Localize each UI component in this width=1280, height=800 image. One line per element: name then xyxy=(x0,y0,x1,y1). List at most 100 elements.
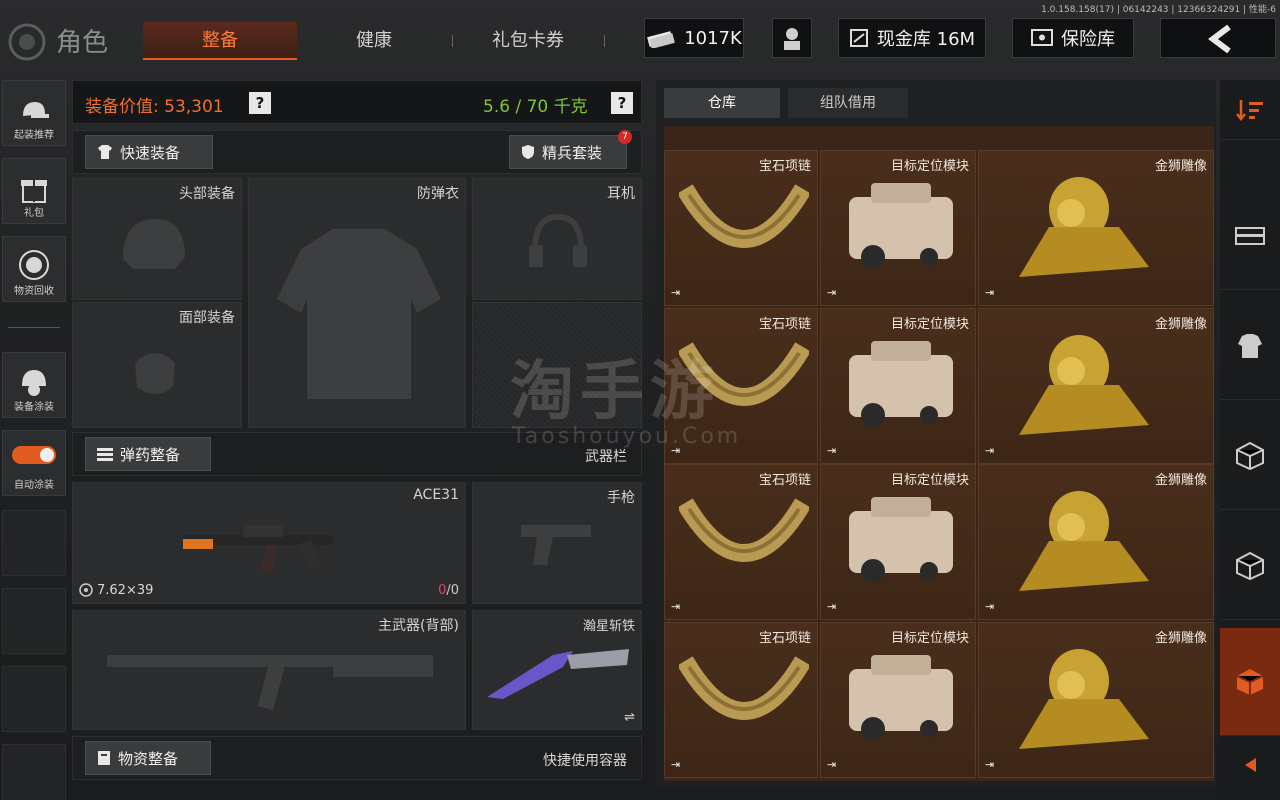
rail-recycle[interactable]: 物资回收 xyxy=(2,236,66,302)
cash-stack-icon xyxy=(647,31,676,48)
supplies-prep-label: 物资整备 xyxy=(118,749,179,768)
helmet-gun-icon xyxy=(23,102,49,118)
role-logo-icon xyxy=(8,23,46,61)
helmet-paint-icon xyxy=(22,370,46,396)
rail-label: 起装推荐 xyxy=(14,130,54,141)
sort-button[interactable] xyxy=(1220,80,1280,140)
target-module-image xyxy=(835,489,965,593)
item-name: 金狮雕像 xyxy=(1154,159,1207,174)
warehouse-item-cell[interactable]: 目标定位模块 ⇥ xyxy=(820,464,976,620)
rail-empty-slot xyxy=(2,588,66,654)
container-icon xyxy=(1235,226,1265,245)
slot-label: 耳机 xyxy=(607,186,635,202)
warehouse-item-cell[interactable]: 金狮雕像 ⇥ xyxy=(978,622,1214,778)
warehouse-item-cell[interactable]: 目标定位模块 ⇥ xyxy=(820,622,976,778)
rail-label: 自动涂装 xyxy=(14,480,54,491)
item-move-icon[interactable]: ⇥ xyxy=(827,758,836,771)
auto-paint-toggle[interactable] xyxy=(12,446,56,464)
tab-team-borrow[interactable]: 组队借用 xyxy=(788,88,908,118)
item-move-icon[interactable]: ⇥ xyxy=(671,600,680,613)
ammo-type-icon xyxy=(79,583,93,597)
elite-set-badge: 7 xyxy=(618,130,632,144)
slot-label: 主武器(背部) xyxy=(378,618,459,634)
rail-container-button[interactable] xyxy=(1220,182,1280,290)
value-help-icon[interactable]: ? xyxy=(249,92,271,114)
rail-box-button[interactable] xyxy=(1220,512,1280,620)
box-active-icon xyxy=(1236,668,1264,695)
slot-face[interactable]: 面部装备 xyxy=(72,302,242,428)
headset-silhouette-icon xyxy=(529,213,587,267)
rail-vest-button[interactable] xyxy=(1220,292,1280,400)
tab-warehouse[interactable]: 仓库 xyxy=(664,88,780,118)
rifle-image xyxy=(183,525,333,575)
slot-melee[interactable]: 瀚星斩铁 ⇌ xyxy=(472,610,642,730)
slot-back-weapon[interactable]: 主武器(背部) xyxy=(72,610,466,730)
top-bar: 1.0.158.158(17) | 06142243 | 12366324291… xyxy=(0,0,1280,80)
item-name: 宝石项链 xyxy=(758,317,811,332)
weapon-name: ACE31 xyxy=(413,487,459,503)
box-icon xyxy=(1236,441,1264,470)
collapse-rail-button[interactable] xyxy=(1220,740,1280,790)
target-module-image xyxy=(835,175,965,279)
tab-equipment[interactable]: 整备 xyxy=(143,22,297,60)
warehouse-item-cell[interactable]: 宝石项链 ⇥ xyxy=(664,622,818,778)
item-move-icon[interactable]: ⇥ xyxy=(671,286,680,299)
warehouse-item-cell[interactable]: 宝石项链 ⇥ xyxy=(664,150,818,306)
necklace-image xyxy=(677,651,811,745)
back-button[interactable] xyxy=(1160,18,1276,58)
warehouse-item-cell[interactable]: 目标定位模块 ⇥ xyxy=(820,150,976,306)
tab-gift-coupons[interactable]: 礼包卡券 xyxy=(456,22,600,60)
gas-mask-silhouette-icon xyxy=(135,353,175,394)
warehouse-item-cell[interactable]: 金狮雕像 ⇥ xyxy=(978,464,1214,620)
slot-head[interactable]: 头部装备 xyxy=(72,178,242,300)
rail-gift[interactable]: 礼包 xyxy=(2,158,66,224)
watermark-logo: 淘手游 xyxy=(510,355,720,429)
ammo-prep-button[interactable]: 弹药整备 xyxy=(85,437,211,471)
swap-icon[interactable]: ⇌ xyxy=(624,710,635,725)
item-move-icon[interactable]: ⇥ xyxy=(985,600,994,613)
quick-equip-button[interactable]: 快速装备 xyxy=(85,135,213,169)
item-move-icon[interactable]: ⇥ xyxy=(671,758,680,771)
target-module-image xyxy=(835,647,965,751)
rail-box-button-active[interactable] xyxy=(1220,628,1280,736)
back-chevron-icon xyxy=(1208,24,1231,54)
item-move-icon[interactable]: ⇥ xyxy=(985,286,994,299)
mag-total: /0 xyxy=(446,583,459,598)
item-move-icon[interactable]: ⇥ xyxy=(985,758,994,771)
rifle-silhouette-icon xyxy=(107,655,433,711)
safe-box-button[interactable]: 保险库 xyxy=(1012,18,1134,58)
supplies-prep-button[interactable]: 物资整备 xyxy=(85,741,211,775)
rail-equip-paint[interactable]: 装备涂装 xyxy=(2,352,66,418)
item-move-icon[interactable]: ⇥ xyxy=(827,444,836,457)
item-move-icon[interactable]: ⇥ xyxy=(827,286,836,299)
item-move-icon[interactable]: ⇥ xyxy=(985,444,994,457)
cash-vault-button[interactable]: 现金库 16M xyxy=(838,18,986,58)
elite-set-button[interactable]: 精兵套装 7 xyxy=(509,130,632,169)
supplies-icon xyxy=(98,751,110,765)
rail-box-button[interactable] xyxy=(1220,402,1280,510)
rail-auto-paint[interactable]: 自动涂装 xyxy=(2,430,66,496)
warehouse-item-cell[interactable]: 目标定位模块 ⇥ xyxy=(820,308,976,464)
rail-loadout-recommend[interactable]: 起装推荐 xyxy=(2,80,66,146)
warehouse-item-cell[interactable]: 金狮雕像 ⇥ xyxy=(978,150,1214,306)
warehouse-item-cell[interactable]: 宝石项链 ⇥ xyxy=(664,464,818,620)
tab-health[interactable]: 健康 xyxy=(300,22,448,60)
slot-armor[interactable]: 防弹衣 xyxy=(248,178,466,428)
currency-display[interactable]: 1017K xyxy=(644,18,744,58)
slot-primary-weapon[interactable]: ACE31 7.62×39 0/0 xyxy=(72,482,466,604)
item-name: 宝石项链 xyxy=(758,631,811,646)
ammo-caliber: 7.62×39 xyxy=(97,583,154,598)
slot-pistol[interactable]: 手枪 xyxy=(472,482,642,604)
right-rail xyxy=(1220,80,1280,800)
rail-label: 物资回收 xyxy=(14,286,54,297)
slot-label: 头部装备 xyxy=(179,186,235,202)
tab-divider xyxy=(452,35,453,47)
target-module-image xyxy=(835,333,965,437)
weight-help-icon[interactable]: ? xyxy=(611,92,633,114)
warehouse-item-cell[interactable]: 金狮雕像 ⇥ xyxy=(978,308,1214,464)
ammo-prep-label: 弹药整备 xyxy=(120,445,181,464)
quick-equip-label: 快速装备 xyxy=(120,143,181,162)
merchant-button[interactable] xyxy=(772,18,812,58)
item-move-icon[interactable]: ⇥ xyxy=(827,600,836,613)
slot-earphone[interactable]: 耳机 xyxy=(472,178,642,300)
